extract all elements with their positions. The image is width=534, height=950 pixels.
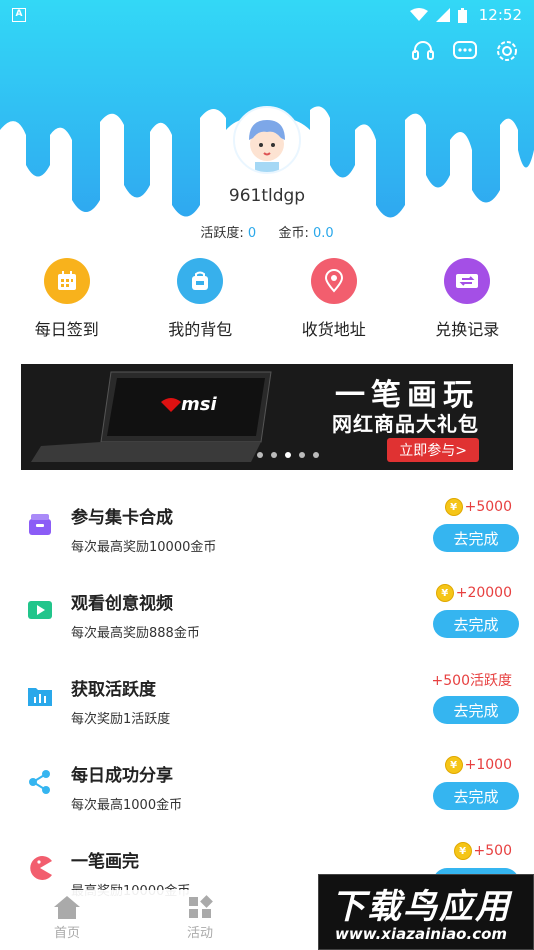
brand-logo: msi: [181, 394, 217, 415]
banner-subline: 网红商品大礼包: [332, 412, 479, 436]
settings-icon[interactable]: [494, 38, 520, 64]
task-complete-button[interactable]: 去完成: [433, 696, 519, 724]
carousel-dot-active[interactable]: [285, 452, 291, 458]
card-box-icon: [24, 508, 56, 540]
task-title: 一笔画完: [71, 852, 139, 872]
carousel-dot[interactable]: [271, 452, 277, 458]
tab-activity[interactable]: 活动: [170, 894, 230, 941]
banner-cta-button[interactable]: 立即参与>: [387, 438, 479, 462]
tab-label: 活动: [186, 926, 213, 941]
pacman-icon: [24, 852, 56, 884]
carousel-dot[interactable]: [257, 452, 263, 458]
carousel-dot[interactable]: [299, 452, 305, 458]
coin-icon: ¥: [453, 842, 472, 860]
task-complete-button[interactable]: 去完成: [433, 610, 519, 638]
quick-action-label: 收货地址: [301, 320, 366, 339]
task-title: 观看创意视频: [71, 594, 173, 614]
headset-icon[interactable]: [410, 38, 436, 64]
bar-chart-icon: [24, 680, 56, 712]
calendar-icon: [43, 258, 90, 304]
task-title: 每日成功分享: [71, 766, 173, 786]
home-icon: [54, 896, 80, 919]
task-reward: ¥ +1000: [444, 756, 512, 774]
task-item: 观看创意视频 每次最高奖励888金币 ¥ +20000 去完成: [0, 572, 534, 658]
status-bar: A 12:52: [0, 0, 534, 30]
ticket-icon: [444, 258, 491, 304]
task-subtitle: 每次奖励1活跃度: [71, 712, 171, 727]
watermark-title: 下载鸟应用: [331, 887, 511, 927]
watermark-url: www.xiazainiao.com: [335, 925, 508, 943]
task-subtitle: 每次最高奖励888金币: [71, 626, 200, 641]
profile-stats: 活跃度: 0 金币: 0.0: [0, 222, 534, 241]
video-play-icon: [24, 594, 56, 626]
avatar[interactable]: [233, 106, 301, 174]
activity-grid-icon: [189, 895, 213, 918]
activity-value: 0: [247, 226, 257, 241]
task-title: 获取活跃度: [71, 680, 156, 700]
task-reward: ¥ +5000: [444, 498, 512, 516]
task-reward: ¥ +20000: [435, 584, 512, 602]
tab-label: 首页: [53, 926, 80, 941]
task-item: 参与集卡合成 每次最高奖励10000金币 ¥ +5000 去完成: [0, 486, 534, 572]
quick-action-address[interactable]: 收货地址: [267, 258, 401, 340]
wifi-icon: [409, 8, 428, 21]
quick-actions: 每日签到 我的背包 收货地址 兑换记录: [0, 258, 534, 340]
location-pin-icon: [310, 258, 357, 304]
quick-action-exchange-history[interactable]: 兑换记录: [401, 258, 534, 340]
backpack-icon: [177, 258, 224, 304]
username: 961tldgp: [228, 186, 306, 206]
tab-home[interactable]: 首页: [37, 894, 97, 941]
clock: 12:52: [478, 6, 522, 24]
task-list: 参与集卡合成 每次最高奖励10000金币 ¥ +5000 去完成 观看创意视频 每…: [0, 486, 534, 916]
share-icon: [24, 766, 56, 798]
task-reward: +500活跃度: [431, 673, 512, 689]
quick-action-label: 我的背包: [168, 320, 233, 339]
quick-action-daily-signin[interactable]: 每日签到: [0, 258, 134, 340]
chat-icon[interactable]: [452, 38, 478, 64]
task-complete-button[interactable]: 去完成: [433, 782, 519, 810]
notification-badge: A: [12, 8, 26, 22]
task-item: 获取活跃度 每次奖励1活跃度 +500活跃度 去完成: [0, 658, 534, 744]
task-item: 每日成功分享 每次最高1000金币 ¥ +1000 去完成: [0, 744, 534, 830]
signal-icon: [435, 8, 450, 22]
carousel-dot[interactable]: [313, 452, 319, 458]
promo-banner[interactable]: msi 一笔画玩 网红商品大礼包 立即参与>: [21, 364, 513, 470]
quick-action-label: 每日签到: [34, 320, 99, 339]
task-subtitle: 每次最高1000金币: [71, 798, 183, 813]
quick-action-label: 兑换记录: [435, 320, 500, 339]
coin-icon: ¥: [435, 584, 454, 602]
coin-icon: ¥: [444, 498, 463, 516]
coins-value: 0.0: [312, 226, 334, 241]
coins-label: 金币:: [278, 226, 309, 241]
task-title: 参与集卡合成: [71, 508, 173, 528]
task-subtitle: 每次最高奖励10000金币: [71, 540, 217, 555]
activity-label: 活跃度:: [200, 226, 244, 241]
coin-icon: ¥: [444, 756, 463, 774]
quick-action-backpack[interactable]: 我的背包: [134, 258, 268, 340]
carousel-dots: [257, 452, 319, 458]
task-complete-button[interactable]: 去完成: [433, 524, 519, 552]
task-reward: ¥ +500: [453, 842, 512, 860]
battery-icon: [457, 7, 467, 23]
watermark: 下载鸟应用 www.xiazainiao.com: [318, 874, 534, 950]
